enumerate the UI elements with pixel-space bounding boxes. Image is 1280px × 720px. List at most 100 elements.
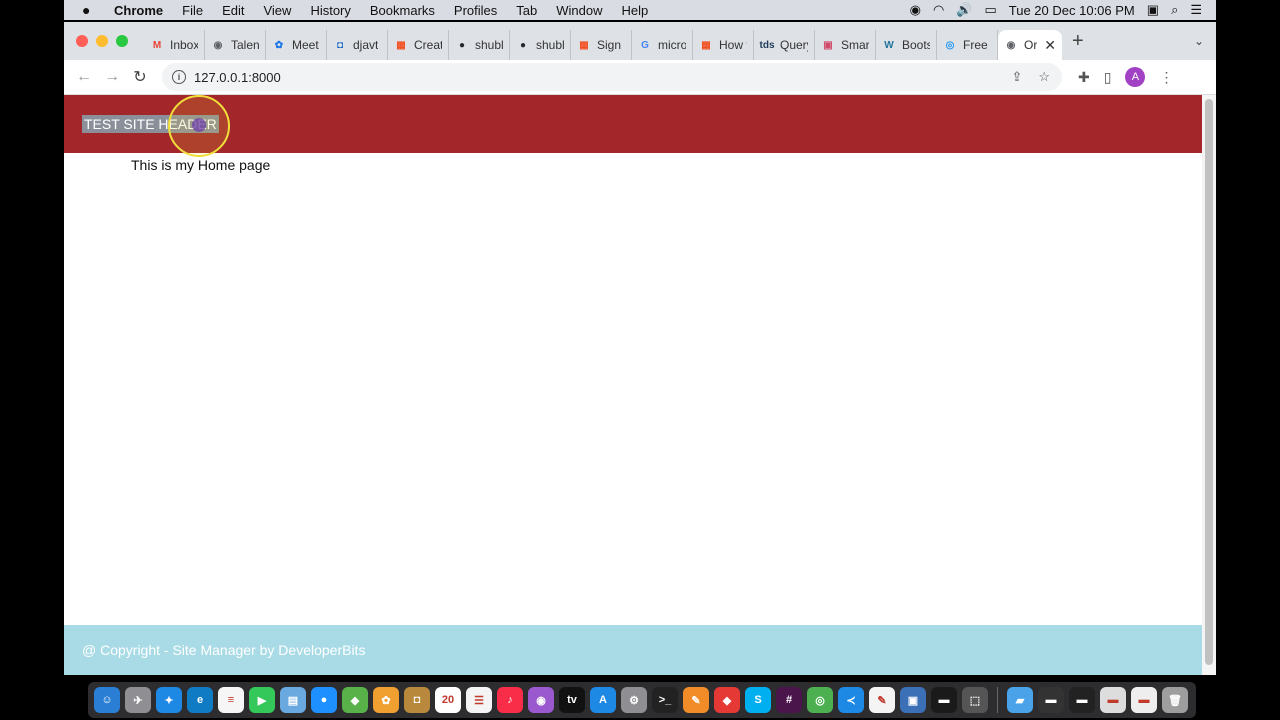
tab-8[interactable]: Gmicro: [632, 30, 693, 60]
dock-music-icon[interactable]: ♪: [497, 687, 523, 713]
menu-view[interactable]: View: [263, 3, 291, 18]
tab-9[interactable]: ▦ How t: [693, 30, 754, 60]
dock-reminders-icon[interactable]: ☰: [466, 687, 492, 713]
tab-13[interactable]: ◎ Free: [937, 30, 998, 60]
dock-podcasts-icon[interactable]: ◉: [528, 687, 554, 713]
dock-maps-icon[interactable]: ◆: [342, 687, 368, 713]
dock-safari-icon[interactable]: ✦: [156, 687, 182, 713]
web-page: TEST SITE HEADER This is my Home page @ …: [64, 95, 1202, 675]
dock-preview-icon[interactable]: ▤: [280, 687, 306, 713]
forward-button[interactable]: →: [98, 68, 126, 86]
dock-tv-icon[interactable]: tv: [559, 687, 585, 713]
dock-slack-icon[interactable]: #: [776, 687, 802, 713]
tab-1[interactable]: ◉ Talent: [205, 30, 266, 60]
dock-chrome-icon[interactable]: ◎: [807, 687, 833, 713]
notification-center-icon[interactable]: ☰: [1190, 2, 1202, 18]
scrollbar-thumb[interactable]: [1205, 99, 1213, 665]
address-url[interactable]: 127.0.0.1:8000: [194, 70, 281, 85]
dock-calendar-icon[interactable]: 20: [435, 687, 461, 713]
dock-terminal-window-icon[interactable]: ▬: [931, 687, 957, 713]
menu-file[interactable]: File: [182, 3, 203, 18]
share-icon[interactable]: ⇪: [1011, 69, 1022, 85]
new-tab-button[interactable]: +: [1072, 30, 1084, 53]
tab-4[interactable]: ▦ Creat: [388, 30, 449, 60]
site-info-icon[interactable]: i: [172, 70, 186, 84]
dock-window-thumb-3-icon[interactable]: ▬: [1100, 687, 1126, 713]
back-button[interactable]: ←: [70, 68, 98, 86]
dock-vscode-icon[interactable]: ≺: [838, 687, 864, 713]
minimize-window-button[interactable]: [96, 35, 108, 47]
spotlight-search-icon[interactable]: ⌕: [1171, 2, 1178, 18]
tab-3[interactable]: ◘ djavt: [327, 30, 388, 60]
tab-favicon-icon: W: [884, 39, 894, 51]
reload-button[interactable]: ↻: [126, 67, 154, 87]
tab-label: Free: [963, 38, 988, 52]
dock-messages-icon[interactable]: ●: [311, 687, 337, 713]
dock-trash-icon[interactable]: 🗑: [1162, 687, 1188, 713]
menu-history[interactable]: History: [310, 3, 350, 18]
tab-7[interactable]: ▦ Sign i: [571, 30, 632, 60]
screen-record-icon[interactable]: ◉: [910, 2, 921, 18]
chrome-menu-icon[interactable]: ⋮: [1159, 69, 1173, 86]
extensions-icon[interactable]: ✚: [1078, 69, 1090, 86]
menu-help[interactable]: Help: [622, 3, 649, 18]
dock-anydesk-icon[interactable]: ◆: [714, 687, 740, 713]
clock[interactable]: Tue 20 Dec 10:06 PM: [1009, 3, 1135, 18]
tab-label: Inbox: [170, 38, 198, 52]
tab-label: Sign i: [597, 38, 625, 52]
tab-0[interactable]: M Inbox: [144, 30, 205, 60]
dock-system-preferences-icon[interactable]: ⚙: [621, 687, 647, 713]
dock-window-thumb-2-icon[interactable]: ▬: [1069, 687, 1095, 713]
tab-5[interactable]: ● shubl: [449, 30, 510, 60]
menu-window[interactable]: Window: [556, 3, 602, 18]
tab-2[interactable]: ✿ Meet: [266, 30, 327, 60]
tab-label: djavt: [353, 38, 379, 52]
tab-11[interactable]: ▣ Smar: [815, 30, 876, 60]
dock-app-store-icon[interactable]: A: [590, 687, 616, 713]
menu-profiles[interactable]: Profiles: [454, 3, 497, 18]
apple-icon[interactable]: ●: [82, 2, 100, 18]
page-scrollbar[interactable]: [1202, 95, 1216, 675]
tab-favicon-icon: ▦: [701, 39, 711, 51]
site-header: TEST SITE HEADER: [64, 95, 1202, 153]
close-tab-icon[interactable]: ✕: [1044, 37, 1056, 54]
dock-downloads-folder-icon[interactable]: ▰: [1007, 687, 1033, 713]
tab-12[interactable]: W Boots: [876, 30, 937, 60]
wifi-icon[interactable]: ◠: [933, 2, 944, 18]
dock-facetime-icon[interactable]: ▶: [249, 687, 275, 713]
dock-launchpad-icon[interactable]: ✈: [125, 687, 151, 713]
tab-6[interactable]: ● shubl: [510, 30, 571, 60]
menu-app-name[interactable]: Chrome: [114, 3, 163, 18]
dock-window-thumb-1-icon[interactable]: ▬: [1038, 687, 1064, 713]
dock-sketch-icon[interactable]: ✎: [683, 687, 709, 713]
address-bar[interactable]: i 127.0.0.1:8000 ⇪ ☆: [162, 63, 1062, 91]
dock-photos-icon[interactable]: ✿: [373, 687, 399, 713]
tab-search-chevron-icon[interactable]: ⌄: [1194, 34, 1204, 48]
dock-skype-icon[interactable]: S: [745, 687, 771, 713]
dock-contacts-icon[interactable]: ◘: [404, 687, 430, 713]
menu-tab[interactable]: Tab: [516, 3, 537, 18]
dock-notes-icon[interactable]: ≡: [218, 687, 244, 713]
dock-finder-icon[interactable]: ☺: [94, 687, 120, 713]
bookmark-star-icon[interactable]: ☆: [1038, 69, 1050, 85]
battery-icon[interactable]: ▭: [984, 2, 996, 18]
menu-bookmarks[interactable]: Bookmarks: [370, 3, 435, 18]
volume-icon[interactable]: 🔊: [956, 2, 972, 18]
menu-edit[interactable]: Edit: [222, 3, 244, 18]
tab-active[interactable]: ◉ Or ✕: [998, 30, 1062, 60]
tab-favicon-icon: ▦: [396, 39, 406, 51]
zoom-window-button[interactable]: [116, 35, 128, 47]
dock-edge-icon[interactable]: e: [187, 687, 213, 713]
side-panel-icon[interactable]: ▯: [1104, 69, 1112, 86]
dock-screenshot-icon[interactable]: ⬚: [962, 687, 988, 713]
tab-10[interactable]: tds Query: [754, 30, 815, 60]
profile-avatar[interactable]: A: [1125, 67, 1146, 87]
dock-terminal-icon[interactable]: >_: [652, 687, 678, 713]
tab-label: shubl: [475, 38, 503, 52]
tab-label: Creat: [414, 38, 442, 52]
close-window-button[interactable]: [76, 35, 88, 47]
dock-virtualbox-icon[interactable]: ▣: [900, 687, 926, 713]
dock-textedit-icon[interactable]: ✎: [869, 687, 895, 713]
dock-window-thumb-4-icon[interactable]: ▬: [1131, 687, 1157, 713]
control-center-icon[interactable]: ▣: [1147, 2, 1159, 18]
